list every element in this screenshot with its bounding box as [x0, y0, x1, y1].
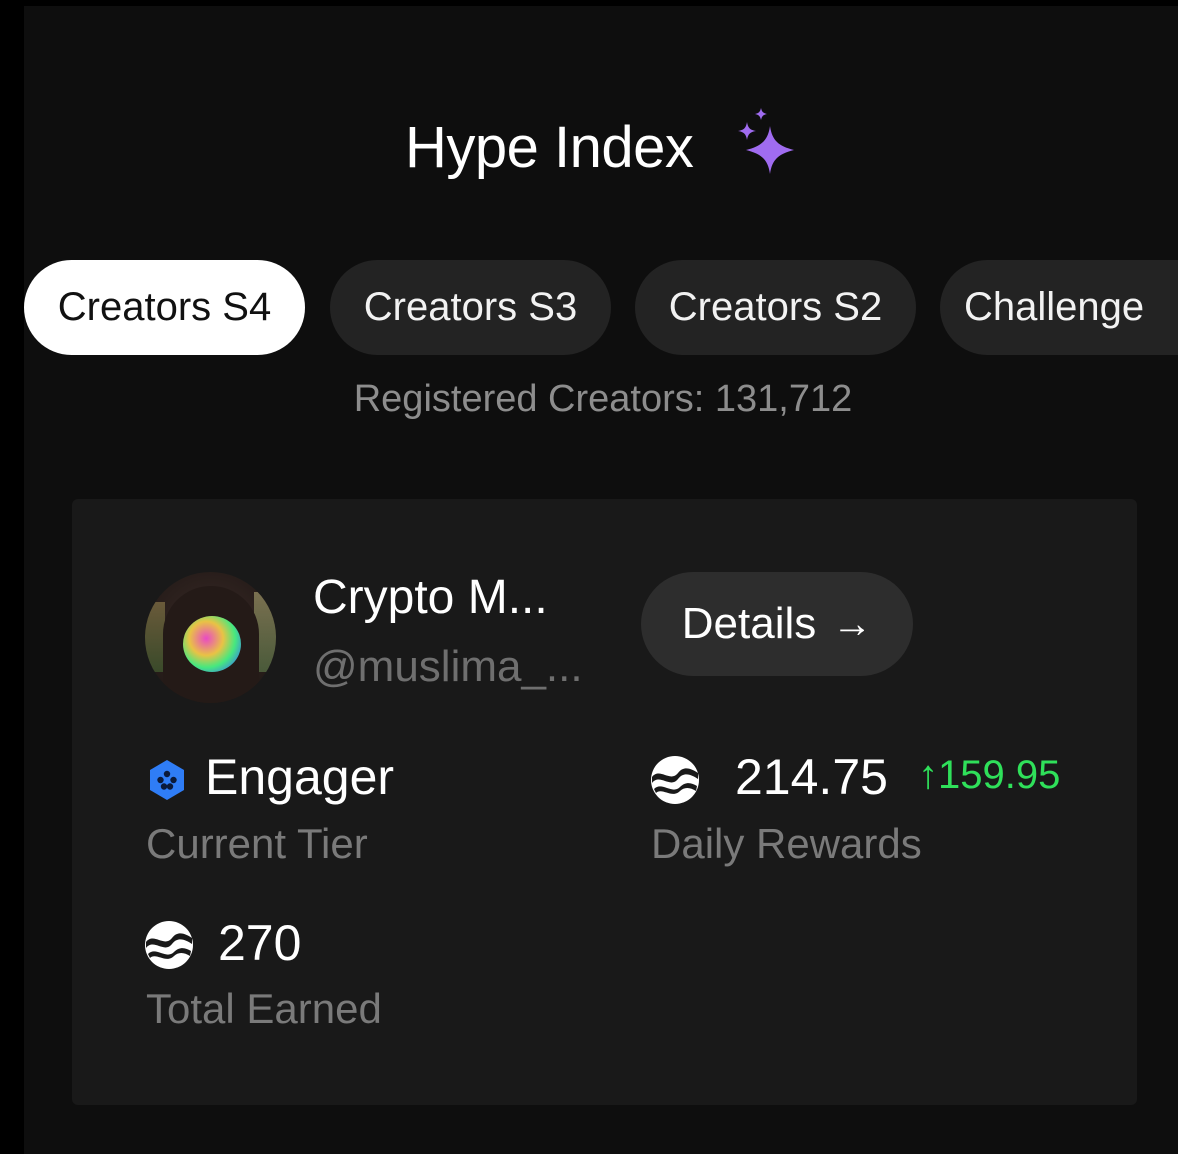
avatar: [145, 572, 276, 703]
details-button[interactable]: Details →: [641, 572, 913, 676]
sparkle-icon: [738, 108, 794, 174]
tab-creators-s3[interactable]: Creators S3: [330, 260, 611, 355]
coin-icon: [651, 756, 699, 804]
tier-hexagon-icon: [150, 760, 184, 800]
daily-rewards-change: ↑159.95: [918, 753, 1061, 797]
tab-creators-s4[interactable]: Creators S4: [24, 260, 305, 355]
header: Hype Index: [0, 108, 1178, 188]
tier-value: Engager: [205, 749, 395, 805]
total-earned-label: Total Earned: [146, 985, 382, 1032]
total-earned-value: 270: [218, 915, 302, 971]
creator-name: Crypto M...: [313, 571, 548, 624]
details-label: Details: [681, 599, 817, 648]
arrow-right-icon: →: [832, 601, 873, 646]
daily-rewards-value: 214.75: [735, 749, 888, 805]
tier-label: Current Tier: [146, 820, 368, 867]
registered-creators-count: Registered Creators: 131,712: [353, 378, 853, 420]
daily-rewards-label: Daily Rewards: [651, 820, 922, 867]
creator-handle: @muslima_...: [313, 642, 583, 691]
coin-icon: [145, 921, 193, 969]
tab-creators-s2[interactable]: Creators S2: [635, 260, 916, 355]
page-title: Hype Index: [405, 115, 694, 180]
tab-challenge[interactable]: Challenge: [940, 260, 1178, 355]
